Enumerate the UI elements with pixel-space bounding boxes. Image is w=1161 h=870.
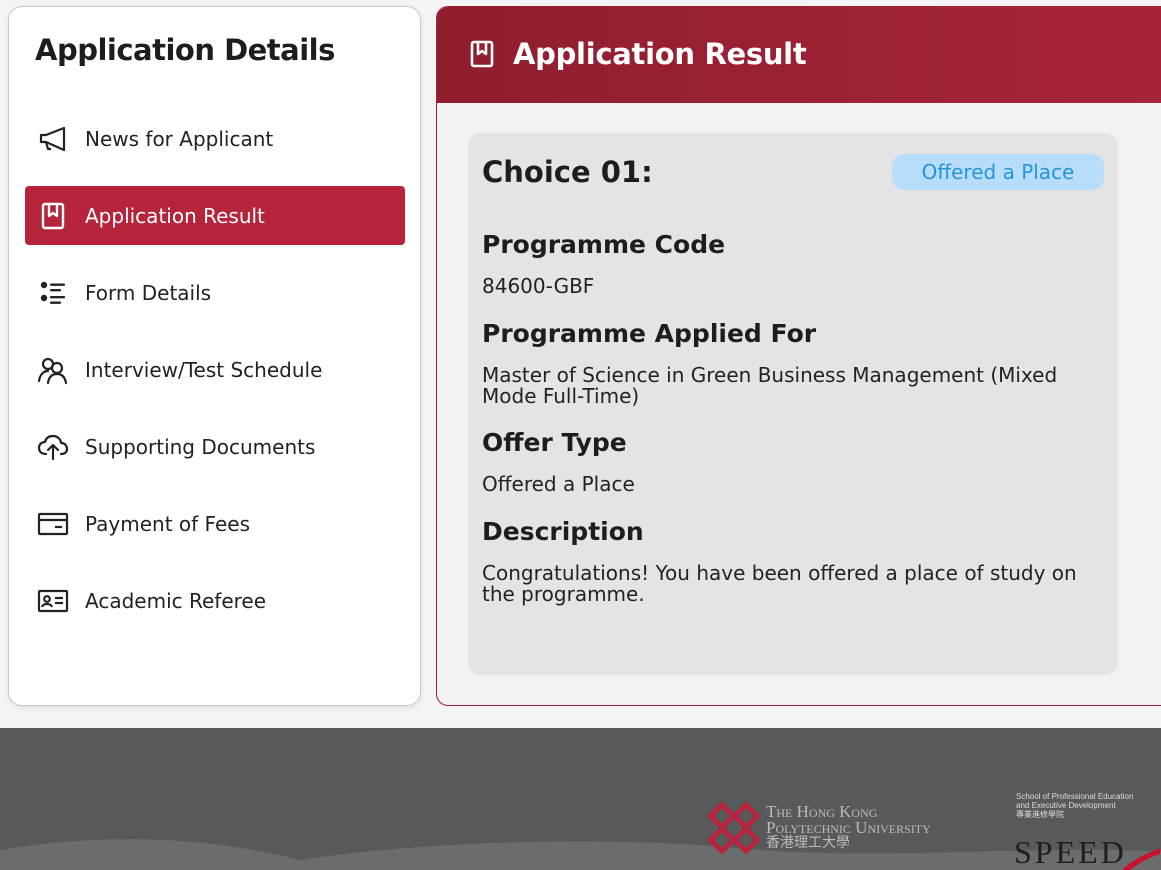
polyu-logo-icon — [706, 800, 762, 856]
speed-logo-text: SPEED — [1014, 834, 1127, 870]
status-badge: Offered a Place — [892, 154, 1104, 190]
description-label: Description — [482, 517, 644, 546]
speed-subtitle-2: and Executive Development — [1016, 801, 1116, 810]
programme-code-value: 84600-GBF — [482, 274, 595, 298]
sidebar-item-supporting-documents[interactable]: Supporting Documents — [25, 417, 405, 476]
offer-type-label: Offer Type — [482, 428, 627, 457]
sidebar-item-label: Academic Referee — [85, 588, 267, 613]
sidebar-nav: News for Applicant Application Result Fo… — [25, 109, 405, 648]
sidebar-item-label: Supporting Documents — [85, 434, 316, 459]
polyu-line2: Polytechnic University — [766, 818, 931, 837]
sidebar-item-news[interactable]: News for Applicant — [25, 109, 405, 168]
footer: The Hong Kong Polytechnic University 香港理… — [0, 728, 1161, 870]
sidebar-item-label: News for Applicant — [85, 126, 274, 151]
choice-title: Choice 01: — [482, 155, 653, 189]
programme-applied-label: Programme Applied For — [482, 319, 817, 348]
sidebar: Application Details News for Applicant A… — [8, 6, 421, 706]
application-result-panel: Application Result Choice 01: Offered a … — [436, 6, 1161, 706]
id-card-icon — [37, 585, 69, 617]
speed-subtitle-3: 專業進修學院 — [1016, 810, 1064, 819]
sidebar-item-payment-of-fees[interactable]: Payment of Fees — [25, 494, 405, 553]
megaphone-icon — [37, 123, 69, 155]
polyu-logo-text: The Hong Kong Polytechnic University 香港理… — [766, 803, 931, 852]
bookmark-icon — [469, 39, 497, 69]
sidebar-title: Application Details — [35, 33, 335, 67]
speed-subtitle: School of Professional Education and Exe… — [1016, 792, 1133, 819]
footer-wave — [0, 839, 1161, 870]
description-value: Congratulations! You have been offered a… — [482, 561, 1077, 606]
credit-card-icon — [37, 508, 69, 540]
users-icon — [37, 354, 69, 386]
list-icon — [37, 277, 69, 309]
sidebar-item-academic-referee[interactable]: Academic Referee — [25, 571, 405, 630]
offer-type-value: Offered a Place — [482, 472, 635, 496]
sidebar-item-label: Application Result — [85, 203, 265, 228]
sidebar-item-form-details[interactable]: Form Details — [25, 263, 405, 322]
polyu-cn: 香港理工大學 — [766, 836, 850, 851]
speed-swoosh-icon — [1122, 848, 1160, 870]
speed-subtitle-1: School of Professional Education — [1016, 792, 1134, 801]
page-title: Application Result — [513, 37, 807, 71]
sidebar-item-label: Form Details — [85, 280, 212, 305]
sidebar-item-label: Payment of Fees — [85, 511, 250, 536]
choice-card: Choice 01: Offered a Place Programme Cod… — [468, 133, 1118, 675]
cloud-upload-icon — [37, 431, 69, 463]
sidebar-item-application-result[interactable]: Application Result — [25, 186, 405, 245]
programme-applied-value: Master of Science in Green Business Mana… — [482, 363, 1058, 408]
programme-code-label: Programme Code — [482, 230, 726, 259]
sidebar-item-label: Interview/Test Schedule — [85, 357, 323, 382]
bookmark-icon — [37, 200, 69, 232]
panel-header: Application Result — [437, 7, 1161, 103]
sidebar-item-interview-schedule[interactable]: Interview/Test Schedule — [25, 340, 405, 399]
